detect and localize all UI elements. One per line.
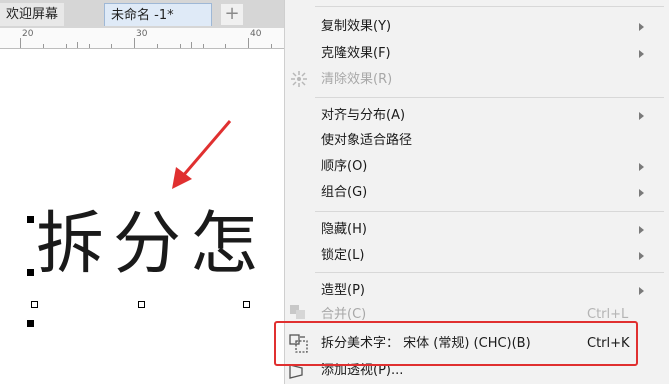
ruler-tick bbox=[89, 44, 90, 48]
ruler-tick bbox=[203, 44, 204, 48]
selection-handle[interactable] bbox=[27, 216, 34, 223]
menu-separator bbox=[315, 97, 664, 98]
ruler-tick bbox=[77, 42, 78, 48]
combine-icon bbox=[290, 305, 305, 319]
menu-item-fit-to-path[interactable]: 使对象适合路径 bbox=[321, 130, 412, 152]
menu-item-shaping[interactable]: 造型(P) bbox=[321, 280, 365, 302]
selection-handle[interactable] bbox=[27, 320, 34, 327]
menu-separator bbox=[315, 272, 664, 273]
menu-item-hide[interactable]: 隐藏(H) bbox=[321, 219, 367, 241]
ruler-tick bbox=[134, 38, 135, 48]
ruler-tick bbox=[43, 44, 44, 48]
submenu-arrow-icon bbox=[639, 252, 644, 260]
menu-item-group[interactable]: 组合(G) bbox=[321, 182, 367, 204]
ruler-tick bbox=[66, 44, 67, 48]
ruler-mark-30: 30 bbox=[136, 29, 148, 39]
menu-item-clear-effect[interactable]: 清除效果(R) bbox=[321, 69, 392, 91]
art-text-object[interactable]: 拆分怎 bbox=[36, 211, 267, 279]
drawing-canvas[interactable]: 拆分怎 bbox=[0, 49, 290, 384]
ruler-tick bbox=[271, 44, 272, 48]
menu-item-clone-effect[interactable]: 克隆效果(F) bbox=[321, 43, 391, 65]
ruler-tick bbox=[248, 38, 249, 48]
submenu-arrow-icon bbox=[639, 226, 644, 234]
menu-item-copy-effect[interactable]: 复制效果(Y) bbox=[321, 16, 391, 38]
submenu-arrow-icon bbox=[639, 23, 644, 31]
submenu-arrow-icon bbox=[639, 50, 644, 58]
document-tab-bar: 欢迎屏幕 未命名 -1* + bbox=[0, 0, 290, 28]
menu-item-order[interactable]: 顺序(O) bbox=[321, 156, 367, 178]
ruler-mark-40: 40 bbox=[250, 29, 262, 39]
ruler-mark-20: 20 bbox=[22, 29, 34, 39]
menu-separator bbox=[315, 6, 664, 7]
submenu-arrow-icon bbox=[639, 163, 644, 171]
tab-untitled-document[interactable]: 未命名 -1* bbox=[104, 3, 212, 26]
submenu-arrow-icon bbox=[639, 112, 644, 120]
ruler-tick bbox=[225, 44, 226, 48]
add-tab-button[interactable]: + bbox=[221, 4, 243, 25]
submenu-arrow-icon bbox=[639, 189, 644, 197]
highlight-box bbox=[274, 321, 638, 366]
selection-handle[interactable] bbox=[27, 269, 34, 276]
node-handle[interactable] bbox=[31, 301, 38, 308]
ruler-tick bbox=[191, 42, 192, 48]
menu-item-lock[interactable]: 锁定(L) bbox=[321, 245, 364, 267]
submenu-arrow-icon bbox=[639, 287, 644, 295]
tab-welcome-screen[interactable]: 欢迎屏幕 bbox=[0, 3, 65, 26]
ruler-tick bbox=[111, 44, 112, 48]
menu-separator bbox=[315, 211, 664, 212]
node-handle[interactable] bbox=[138, 301, 145, 308]
annotation-arrow-icon bbox=[172, 120, 232, 189]
node-handle[interactable] bbox=[243, 301, 250, 308]
menu-item-align-distribute[interactable]: 对齐与分布(A) bbox=[321, 105, 405, 127]
horizontal-ruler: 20 30 40 bbox=[0, 28, 290, 49]
ruler-tick bbox=[180, 44, 181, 48]
ruler-tick bbox=[157, 44, 158, 48]
ruler-tick bbox=[20, 38, 21, 48]
clear-effect-icon bbox=[291, 71, 307, 87]
